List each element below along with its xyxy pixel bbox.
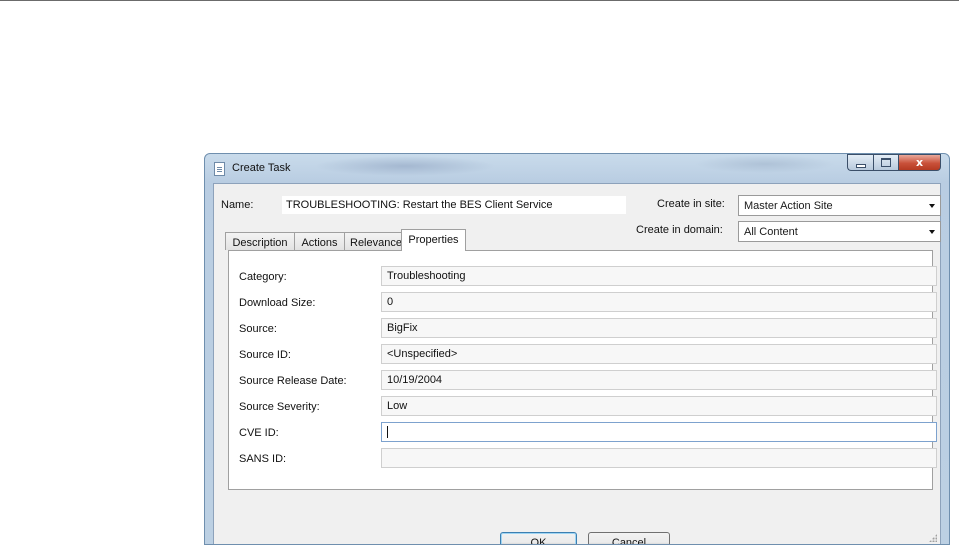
create-in-site-label: Create in site: [657,198,725,210]
sans-id-label: SANS ID: [239,453,287,465]
minimize-button[interactable] [847,154,873,171]
titlebar-glass [205,154,949,182]
create-in-site-dropdown[interactable]: Master Action Site [738,195,941,216]
sans-id-field[interactable] [381,448,937,468]
cancel-button[interactable]: Cancel [588,532,670,544]
close-button[interactable]: x [898,154,941,171]
tab-properties[interactable]: Properties [401,229,466,251]
properties-panel: Category: Troubleshooting Download Size:… [228,250,937,490]
tab-actions[interactable]: Actions [294,232,345,250]
chevron-down-icon [929,230,935,234]
create-in-domain-dropdown[interactable]: All Content [738,221,941,242]
cve-id-label: CVE ID: [239,427,279,439]
create-task-window: Create Task x Name: TROUBLESHOOTING: Res… [204,153,950,545]
category-label: Category: [239,271,287,283]
name-label: Name: [221,199,254,211]
ok-button[interactable]: OK [500,532,577,544]
source-severity-label: Source Severity: [239,401,320,413]
name-field[interactable]: TROUBLESHOOTING: Restart the BES Client … [281,195,627,215]
document-icon [214,162,225,176]
source-id-field[interactable]: <Unspecified> [381,344,937,364]
source-field[interactable]: BigFix [381,318,937,338]
source-release-date-field[interactable]: 10/19/2004 [381,370,937,390]
tab-description[interactable]: Description [225,232,295,250]
category-field[interactable]: Troubleshooting [381,266,937,286]
resize-grip[interactable] [929,534,937,542]
create-in-domain-value: All Content [744,226,798,238]
tab-relevance[interactable]: Relevance [344,232,402,250]
chevron-down-icon [929,204,935,208]
maximize-icon [881,158,891,167]
minimize-icon [855,163,866,168]
dialog-client-area: Name: TROUBLESHOOTING: Restart the BES C… [213,183,941,544]
source-id-label: Source ID: [239,349,291,361]
source-release-date-label: Source Release Date: [239,375,347,387]
download-size-label: Download Size: [239,297,316,309]
source-label: Source: [239,323,277,335]
source-severity-field[interactable]: Low [381,396,937,416]
top-divider [0,0,959,1]
download-size-field[interactable]: 0 [381,292,937,312]
caption-buttons: x [847,154,941,172]
cve-id-field[interactable] [381,422,937,442]
close-icon: x [915,156,924,169]
maximize-button[interactable] [873,154,898,171]
create-in-domain-label: Create in domain: [636,224,723,236]
text-caret [387,426,388,439]
create-in-site-value: Master Action Site [744,200,833,212]
window-title: Create Task [232,162,291,174]
